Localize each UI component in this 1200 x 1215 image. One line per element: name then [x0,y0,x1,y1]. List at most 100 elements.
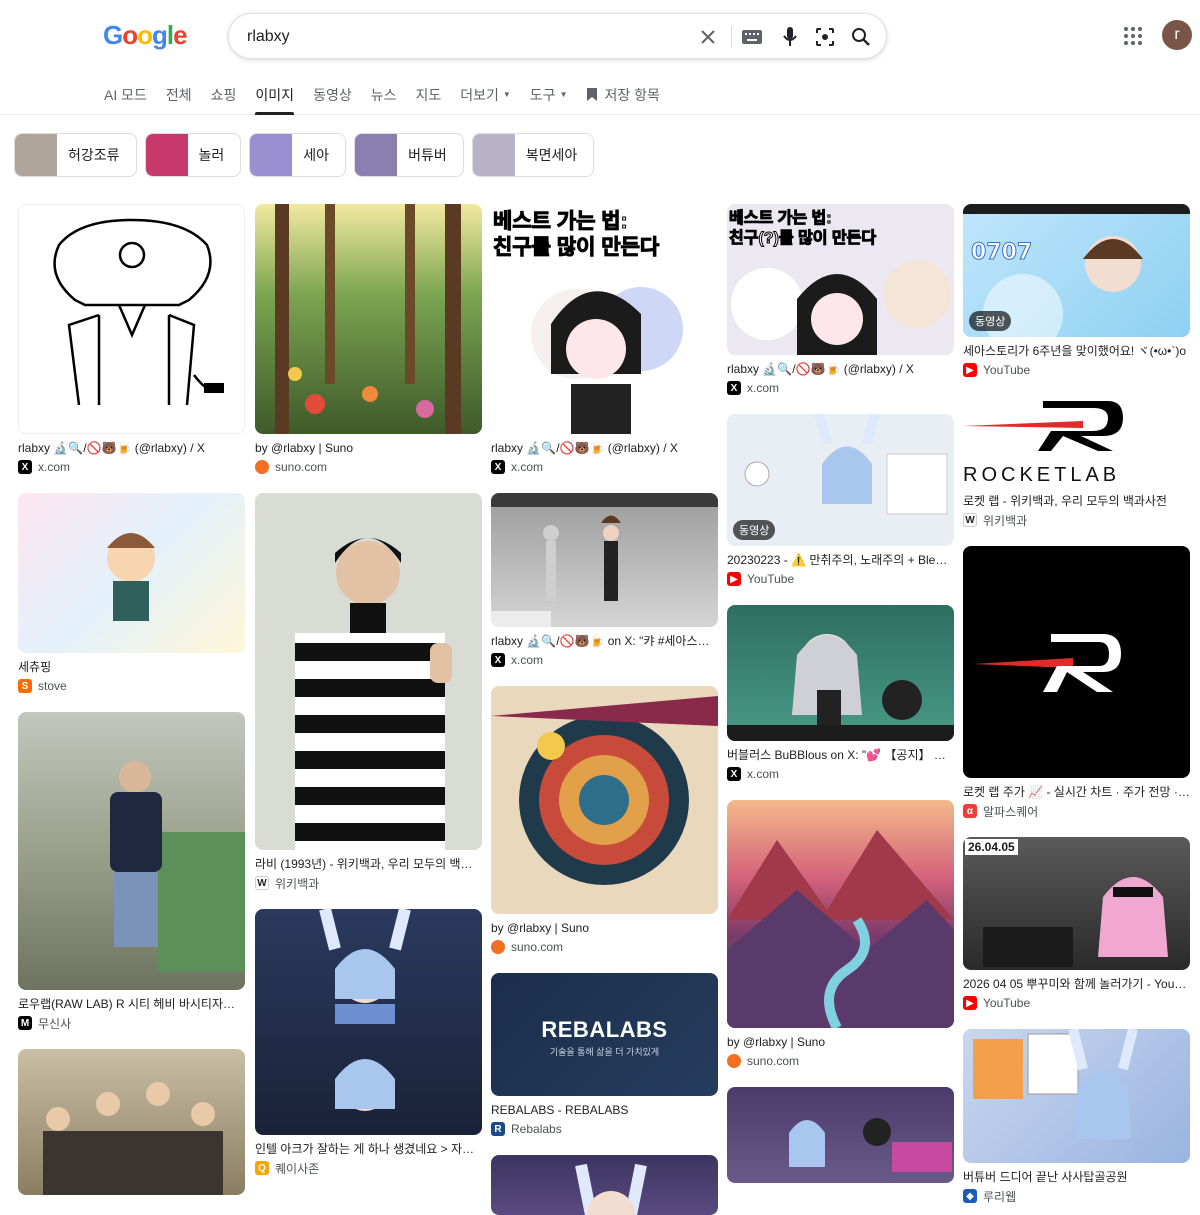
result-image[interactable]: 0707 동영상 [963,204,1190,337]
result-image[interactable] [491,493,718,627]
result-source[interactable]: Xx.com [491,459,718,475]
image-result[interactable]: REBALABS 기술을 통해 삶을 더 가치있게 REBALABS - REB… [491,973,718,1137]
image-result[interactable]: 로켓 랩 주가 📈 - 실시간 차트 · 주가 전망 · 투… α 알파스퀘어 [963,546,1190,819]
result-source[interactable]: ▶ YouTube [963,995,1190,1011]
chip-vtuber[interactable]: 버튜버 [354,133,464,177]
tab-images[interactable]: 이미지 [255,85,294,115]
result-caption[interactable]: 버블러스 BuBBlous on X: "💕 【공지】 오늘… [727,748,954,763]
result-caption[interactable]: 세츄핑 [18,660,245,675]
result-caption[interactable]: 세아스토리가 6주년을 맞이했어요! ヾ(•ω•`)o [963,344,1190,359]
result-caption[interactable]: 로켓 랩 - 위키백과, 우리 모두의 백과사전 [963,494,1190,509]
image-result[interactable]: 세츄핑 Sstove [18,493,245,694]
result-image[interactable] [255,909,482,1135]
result-source[interactable]: W 위키백과 [255,875,482,891]
result-source[interactable]: Xx.com [18,459,245,475]
result-caption[interactable]: 2026 04 05 뿌꾸미와 함께 놀러가기 - YouTube [963,977,1190,992]
result-caption[interactable]: rlabxy 🔬🔍/🚫🐻🍺 (@rlabxy) / X [727,362,954,377]
result-source[interactable]: R Rebalabs [491,1121,718,1137]
result-source[interactable]: Q 퀘이사존 [255,1160,482,1176]
result-image[interactable]: 베스트 가는 법: 친구(?)를 많이 만든다 [727,204,954,355]
result-image[interactable] [491,1155,718,1215]
tab-shopping[interactable]: 쇼핑 [211,85,237,115]
image-result[interactable]: by @rlabxy | Suno suno.com [727,800,954,1069]
result-source[interactable]: α 알파스퀘어 [963,803,1190,819]
image-result[interactable] [727,1087,954,1183]
tab-saved[interactable]: 저장 항목 [586,85,660,115]
result-source[interactable]: Xx.com [491,652,718,668]
result-caption[interactable]: 20230223 - ⚠️ 만취주의, 노래주의 + Bleak… [727,553,954,568]
image-result[interactable]: 버블러스 BuBBlous on X: "💕 【공지】 오늘… Xx.com [727,605,954,782]
tab-news[interactable]: 뉴스 [371,85,397,115]
result-image[interactable] [18,1049,245,1195]
result-caption[interactable]: 로우랩(RAW LAB) R 시티 헤비 바시티자켓 (… [18,997,245,1012]
result-image[interactable] [963,546,1190,778]
image-result[interactable]: 0707 동영상 세아스토리가 6주년을 맞이했어요! ヾ(•ω•`)o ▶ Yo… [963,204,1190,378]
result-source[interactable]: ▶ YouTube [727,571,954,587]
result-image[interactable] [255,493,482,850]
result-image[interactable]: 베스트 가는 법: 친구를 많이 만든다 [491,204,718,434]
image-result[interactable]: 동영상 20230223 - ⚠️ 만취주의, 노래주의 + Bleak… ▶ Y… [727,414,954,587]
tab-videos[interactable]: 동영상 [313,85,352,115]
result-image[interactable] [255,204,482,434]
image-result[interactable]: 로우랩(RAW LAB) R 시티 헤비 바시티자켓 (… M 무신사 [18,712,245,1031]
result-image[interactable] [963,1029,1190,1163]
tab-maps[interactable]: 지도 [415,85,441,115]
image-result[interactable]: by @rlabxy | Suno suno.com [255,204,482,475]
image-result[interactable]: rlabxy 🔬🔍/🚫🐻🍺 (@rlabxy) / X Xx.com [18,204,245,475]
result-caption[interactable]: 인텔 아크가 잘하는 게 하나 생겼네요 > 자유게… [255,1142,482,1157]
result-image[interactable] [18,712,245,990]
result-image[interactable] [18,204,245,434]
result-caption[interactable]: by @rlabxy | Suno [255,441,482,456]
tab-more[interactable]: 더보기 ▼ [460,85,511,115]
tab-ai-mode[interactable]: AI 모드 [104,85,147,115]
keyboard-icon[interactable] [740,25,764,49]
result-image[interactable] [18,493,245,653]
result-caption[interactable]: by @rlabxy | Suno [727,1035,954,1050]
result-image[interactable]: 동영상 [727,414,954,546]
result-caption[interactable]: rlabxy 🔬🔍/🚫🐻🍺 (@rlabxy) / X [18,441,245,456]
result-source[interactable]: ◆ 루리웹 [963,1188,1190,1204]
result-image[interactable] [727,800,954,1028]
tab-tools[interactable]: 도구 ▼ [530,85,568,115]
result-source[interactable]: suno.com [255,459,482,475]
image-result[interactable]: 인텔 아크가 잘하는 게 하나 생겼네요 > 자유게… Q 퀘이사존 [255,909,482,1176]
result-caption[interactable]: 버튜버 드디어 끝난 사사탑골공원 [963,1170,1190,1185]
result-image[interactable] [491,686,718,914]
google-logo[interactable]: Google [103,20,188,51]
result-source[interactable]: Xx.com [727,766,954,782]
search-input[interactable] [247,25,687,49]
image-result[interactable]: ROCKETLAB 로켓 랩 - 위키백과, 우리 모두의 백과사전 W 위키백과 [963,396,1190,528]
result-source[interactable]: M 무신사 [18,1015,245,1031]
image-result[interactable]: 26.04.05 2026 04 05 뿌꾸미와 함께 놀러가기 - YouTu… [963,837,1190,1011]
result-caption[interactable]: 라비 (1993년) - 위키백과, 우리 모두의 백과사전 [255,857,482,872]
result-source[interactable]: Sstove [18,678,245,694]
image-result[interactable] [18,1049,245,1195]
result-source[interactable]: suno.com [727,1053,954,1069]
chip-hgangjoryu[interactable]: 허강조류 [14,133,137,177]
result-caption[interactable]: by @rlabxy | Suno [491,921,718,936]
result-image[interactable]: 26.04.05 [963,837,1190,970]
chip-nolleo[interactable]: 놀러 [144,133,242,177]
image-result[interactable]: by @rlabxy | Suno suno.com [491,686,718,955]
result-source[interactable]: suno.com [491,939,718,955]
account-avatar[interactable]: r [1162,20,1192,50]
image-result[interactable]: 버튜버 드디어 끝난 사사탑골공원 ◆ 루리웹 [963,1029,1190,1204]
chip-sea[interactable]: 세아 [249,133,347,177]
apps-grid-icon[interactable] [1123,26,1143,46]
result-caption[interactable]: REBALABS - REBALABS [491,1103,718,1118]
result-caption[interactable]: rlabxy 🔬🔍/🚫🐻🍺 (@rlabxy) / X [491,441,718,456]
tab-all[interactable]: 전체 [166,85,192,115]
result-image[interactable] [727,605,954,741]
result-source[interactable]: W 위키백과 [963,512,1190,528]
image-result[interactable]: 라비 (1993년) - 위키백과, 우리 모두의 백과사전 W 위키백과 [255,493,482,891]
result-caption[interactable]: rlabxy 🔬🔍/🚫🐻🍺 on X: "캬 #세아스토… [491,634,718,649]
lens-camera-icon[interactable] [813,25,837,49]
result-image[interactable]: ROCKETLAB [963,396,1190,487]
result-image[interactable]: REBALABS 기술을 통해 삶을 더 가치있게 [491,973,718,1096]
image-result[interactable]: 베스트 가는 법: 친구(?)를 많이 만든다 rlabxy 🔬🔍/🚫🐻🍺 (@… [727,204,954,396]
result-caption[interactable]: 로켓 랩 주가 📈 - 실시간 차트 · 주가 전망 · 투… [963,785,1190,800]
result-source[interactable]: Xx.com [727,380,954,396]
image-result[interactable]: rlabxy 🔬🔍/🚫🐻🍺 on X: "캬 #세아스토… Xx.com [491,493,718,668]
search-icon[interactable] [849,25,873,49]
image-result[interactable]: 베스트 가는 법: 친구를 많이 만든다 rlabxy 🔬🔍/🚫🐻🍺 (@rla… [491,204,718,475]
